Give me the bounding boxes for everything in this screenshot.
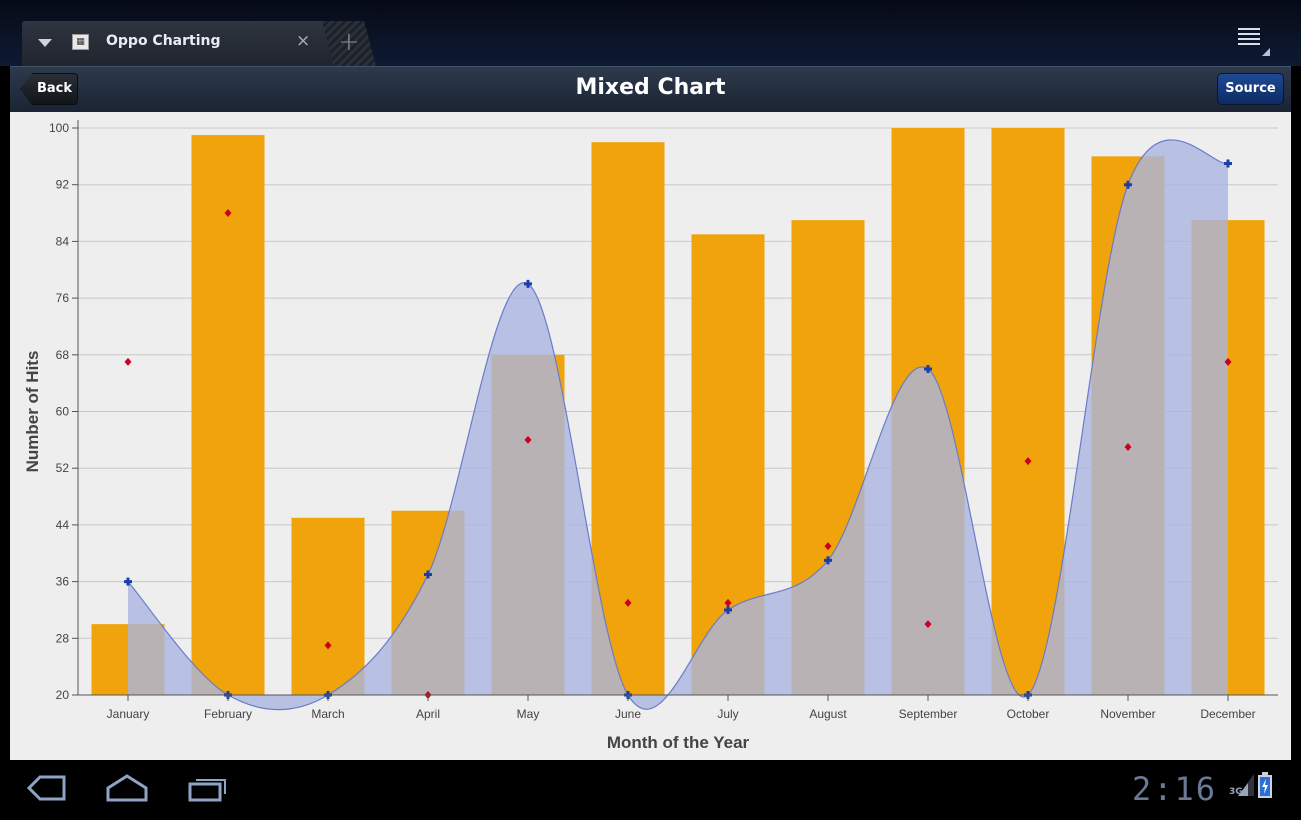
y-tick-label: 76 xyxy=(56,291,70,305)
favicon-icon: ▦ xyxy=(72,34,89,50)
x-tick-label: November xyxy=(1100,707,1155,721)
tab-dropdown-icon[interactable] xyxy=(38,39,52,47)
browser-tab[interactable]: ▦ Oppo Charting × xyxy=(22,21,334,66)
bar xyxy=(291,517,365,695)
x-tick-label: August xyxy=(809,707,847,721)
home-nav-icon[interactable] xyxy=(105,774,149,802)
tab-title: Oppo Charting xyxy=(106,33,221,49)
recent-apps-icon[interactable] xyxy=(187,774,229,802)
x-tick-label: May xyxy=(517,707,540,721)
tab-close-icon[interactable]: × xyxy=(296,31,310,51)
x-tick-label: February xyxy=(204,707,252,721)
x-tick-label: September xyxy=(899,707,958,721)
y-tick-label: 52 xyxy=(56,461,70,475)
x-axis-title: Month of the Year xyxy=(607,733,750,752)
y-tick-label: 36 xyxy=(56,575,70,589)
x-tick-label: July xyxy=(717,707,738,721)
y-tick-label: 92 xyxy=(56,178,70,192)
tablet-screen: ▦ Oppo Charting × + Back Mixed Chart Sou… xyxy=(0,0,1301,820)
x-tick-label: March xyxy=(311,707,344,721)
battery-icon xyxy=(1258,772,1272,798)
y-tick-label: 44 xyxy=(56,518,70,532)
back-nav-icon[interactable] xyxy=(26,774,68,802)
plus-icon[interactable]: + xyxy=(338,27,360,57)
page-title: Mixed Chart xyxy=(575,75,726,100)
clock: 2:16 xyxy=(1132,770,1218,808)
source-button[interactable]: Source xyxy=(1217,73,1284,105)
scatter-point xyxy=(124,357,132,366)
y-tick-label: 84 xyxy=(56,234,70,248)
x-tick-label: October xyxy=(1007,707,1050,721)
y-tick-label: 60 xyxy=(56,405,70,419)
bar xyxy=(191,135,265,695)
page-header: Back Mixed Chart Source xyxy=(10,66,1291,112)
y-tick-label: 28 xyxy=(56,631,70,645)
x-tick-label: June xyxy=(615,707,641,721)
y-tick-label: 20 xyxy=(56,688,70,702)
browser-tab-bar: ▦ Oppo Charting × + xyxy=(0,0,1301,66)
chart-container: 20 28 36 44 52 60 68 76 84 92 100 January February Ma… xyxy=(10,112,1291,760)
system-bar: 2:16 3G xyxy=(0,760,1301,820)
signal-icon xyxy=(1238,774,1254,796)
mixed-chart: 20 28 36 44 52 60 68 76 84 92 100 January February Ma… xyxy=(23,120,1278,752)
x-tick-label: April xyxy=(416,707,440,721)
y-tick-label: 68 xyxy=(56,348,70,362)
x-tick-label: January xyxy=(107,707,150,721)
menu-corner-icon xyxy=(1262,48,1270,56)
y-axis-title: Number of Hits xyxy=(23,351,42,473)
x-tick-label: December xyxy=(1200,707,1255,721)
y-tick-label: 100 xyxy=(49,121,69,135)
